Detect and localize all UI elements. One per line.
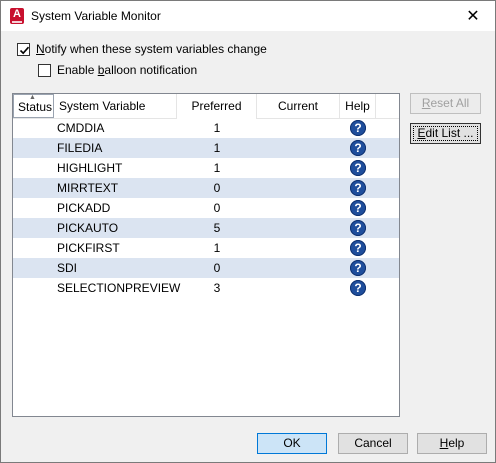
edit-list-button[interactable]: Edit List ...: [410, 123, 481, 144]
table-row[interactable]: HIGHLIGHT 1?: [13, 158, 399, 178]
current-value-cell: [257, 258, 340, 278]
help-icon[interactable]: ?: [350, 240, 366, 256]
status-cell: [13, 278, 54, 298]
window-title: System Variable Monitor: [31, 9, 161, 23]
variable-name-cell: HIGHLIGHT: [57, 161, 123, 175]
status-cell: [13, 198, 54, 218]
preferred-value-cell[interactable]: 1: [177, 158, 257, 178]
table-row[interactable]: CMDDIA 1?: [13, 118, 399, 138]
column-header-variable[interactable]: System Variable: [54, 94, 177, 118]
preferred-value-cell[interactable]: 0: [177, 178, 257, 198]
preferred-value-cell[interactable]: 1: [177, 138, 257, 158]
variable-name-cell: FILEDIA: [57, 141, 103, 155]
table-row[interactable]: MIRRTEXT 0?: [13, 178, 399, 198]
current-value-cell: [257, 158, 340, 178]
column-header-preferred[interactable]: Preferred: [177, 94, 257, 118]
variable-name-cell: CMDDIA: [57, 121, 105, 135]
help-icon[interactable]: ?: [350, 200, 366, 216]
column-header-current[interactable]: Current: [257, 94, 340, 118]
help-icon[interactable]: ?: [350, 120, 366, 136]
current-value-cell: [257, 238, 340, 258]
preferred-value-cell[interactable]: 0: [177, 198, 257, 218]
balloon-label: Enable balloon notification: [57, 63, 198, 77]
preferred-value-cell[interactable]: 1: [177, 118, 257, 138]
status-cell: [13, 178, 54, 198]
help-button[interactable]: Help: [417, 433, 487, 454]
help-icon[interactable]: ?: [350, 260, 366, 276]
help-icon[interactable]: ?: [350, 220, 366, 236]
table-row[interactable]: PICKFIRST 1?: [13, 238, 399, 258]
preferred-value-cell[interactable]: 5: [177, 218, 257, 238]
column-header-help[interactable]: Help: [340, 94, 376, 118]
notify-checkbox[interactable]: [17, 42, 30, 56]
notify-checkbox-row[interactable]: Notify when these system variables chang…: [17, 42, 267, 56]
preferred-value-cell[interactable]: 1: [177, 238, 257, 258]
table-row[interactable]: PICKAUTO 5?: [13, 218, 399, 238]
cancel-button[interactable]: Cancel: [338, 433, 408, 454]
checkmark-icon: [19, 46, 30, 54]
current-value-cell: [257, 218, 340, 238]
table-row[interactable]: SELECTIONPREVIEW 3?: [13, 278, 399, 298]
preferred-value-cell[interactable]: 0: [177, 258, 257, 278]
table-row[interactable]: SDI 0?: [13, 258, 399, 278]
balloon-checkbox-row[interactable]: Enable balloon notification: [38, 63, 197, 77]
variable-name-cell: PICKFIRST: [57, 241, 120, 255]
variable-name-cell: SELECTIONPREVIEW: [57, 281, 181, 295]
help-icon[interactable]: ?: [350, 160, 366, 176]
preferred-value-cell[interactable]: 3: [177, 278, 257, 298]
grid-header: ▲ Status System Variable Preferred Curre…: [13, 94, 399, 119]
table-row[interactable]: FILEDIA 1?: [13, 138, 399, 158]
system-variable-grid[interactable]: ▲ Status System Variable Preferred Curre…: [12, 93, 400, 417]
autocad-app-icon: A: [10, 8, 24, 24]
current-value-cell: [257, 278, 340, 298]
current-value-cell: [257, 198, 340, 218]
ok-button[interactable]: OK: [257, 433, 327, 454]
balloon-checkbox[interactable]: [38, 63, 51, 77]
column-header-filler: [376, 94, 399, 118]
help-icon[interactable]: ?: [350, 180, 366, 196]
variable-name-cell: PICKADD: [57, 201, 111, 215]
sort-ascending-icon: ▲: [29, 94, 36, 101]
status-cell: [13, 158, 54, 178]
status-cell: [13, 238, 54, 258]
status-cell: [13, 218, 54, 238]
status-cell: [13, 118, 54, 138]
title-bar: A System Variable Monitor ✕: [1, 1, 495, 31]
help-icon[interactable]: ?: [350, 280, 366, 296]
current-value-cell: [257, 138, 340, 158]
notify-label: Notify when these system variables chang…: [36, 42, 267, 56]
variable-name-cell: SDI: [57, 261, 78, 275]
current-value-cell: [257, 178, 340, 198]
table-row[interactable]: PICKADD 0?: [13, 198, 399, 218]
column-header-status[interactable]: ▲ Status: [13, 94, 54, 118]
close-icon[interactable]: ✕: [451, 1, 495, 31]
current-value-cell: [257, 118, 340, 138]
status-cell: [13, 258, 54, 278]
dialog-window: A System Variable Monitor ✕ Notify when …: [0, 0, 496, 463]
help-icon[interactable]: ?: [350, 140, 366, 156]
status-cell: [13, 138, 54, 158]
variable-name-cell: MIRRTEXT: [57, 181, 119, 195]
variable-name-cell: PICKAUTO: [57, 221, 119, 235]
reset-all-button[interactable]: Reset All: [410, 93, 481, 114]
